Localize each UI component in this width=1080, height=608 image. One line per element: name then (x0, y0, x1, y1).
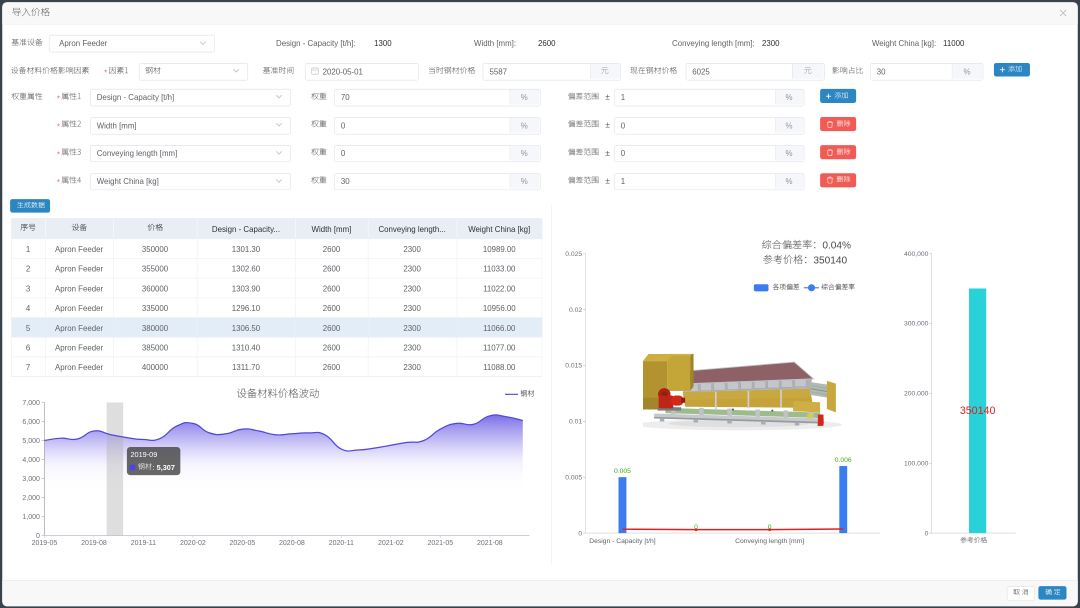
svg-text:: 5,307: : 5,307 (153, 463, 175, 472)
svg-text:0.04%: 0.04% (822, 241, 851, 252)
svg-text:6,000: 6,000 (22, 419, 40, 426)
svg-text:2019-09: 2019-09 (131, 450, 158, 459)
svg-text:0.015: 0.015 (565, 363, 582, 370)
svg-text:2021-08: 2021-08 (477, 540, 503, 547)
svg-text:350140: 350140 (813, 255, 847, 266)
svg-text:0: 0 (768, 524, 772, 531)
svg-text:4,000: 4,000 (22, 457, 40, 464)
svg-text:2019-11: 2019-11 (131, 540, 156, 547)
svg-text:1,000: 1,000 (22, 514, 40, 521)
svg-text:2020-05: 2020-05 (230, 540, 256, 547)
svg-text:0: 0 (578, 530, 582, 537)
svg-text:2021-02: 2021-02 (378, 540, 404, 547)
svg-text:2,000: 2,000 (22, 495, 40, 502)
svg-text:0: 0 (694, 524, 698, 531)
svg-text:0.005: 0.005 (614, 468, 631, 475)
svg-text:0.006: 0.006 (835, 457, 852, 464)
svg-text:300,000: 300,000 (904, 321, 929, 328)
svg-text:2021-05: 2021-05 (427, 540, 453, 547)
svg-text:2020-02: 2020-02 (180, 540, 206, 547)
svg-text:0: 0 (36, 533, 40, 540)
svg-text:Conveying length [mm]: Conveying length [mm] (735, 538, 804, 545)
svg-text:200,000: 200,000 (904, 391, 929, 398)
svg-text:5,000: 5,000 (22, 438, 40, 445)
svg-text:100,000: 100,000 (904, 460, 929, 467)
svg-text:0.025: 0.025 (565, 251, 582, 258)
svg-text:Design - Capacity [t/h]: Design - Capacity [t/h] (589, 538, 656, 545)
svg-text:2019-05: 2019-05 (32, 540, 58, 547)
svg-text:3,000: 3,000 (22, 476, 40, 483)
svg-text:0: 0 (925, 530, 929, 537)
svg-text:2019-08: 2019-08 (81, 540, 107, 547)
svg-text:0.02: 0.02 (569, 307, 582, 314)
svg-text:350140: 350140 (960, 405, 996, 417)
svg-text:2020-08: 2020-08 (279, 540, 305, 547)
svg-text:0.01: 0.01 (569, 419, 582, 426)
svg-text:7,000: 7,000 (22, 400, 40, 407)
svg-text:400,000: 400,000 (904, 251, 929, 258)
svg-text:0.005: 0.005 (565, 474, 582, 481)
svg-text:2020-11: 2020-11 (329, 540, 354, 547)
